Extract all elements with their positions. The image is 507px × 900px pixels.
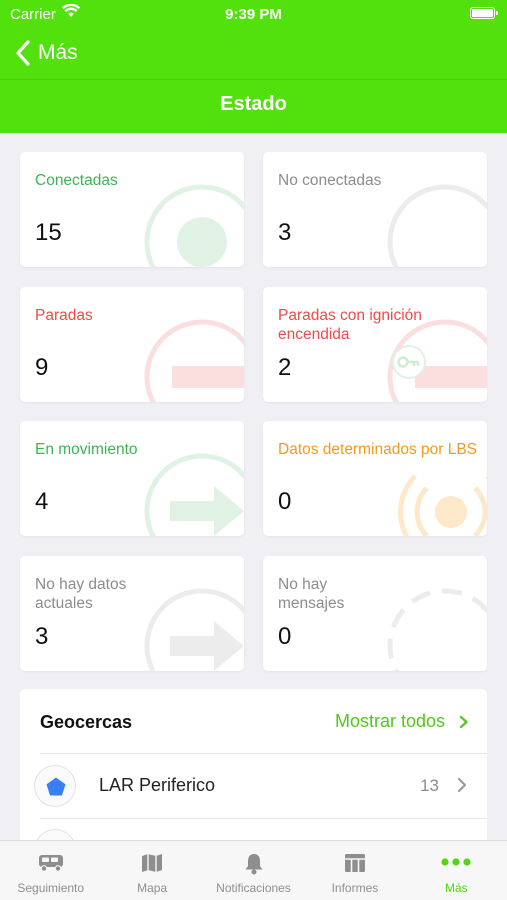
card-value: 3 [35,623,49,650]
card-value: 0 [278,623,292,650]
show-all-button[interactable]: Mostrar todos [335,711,469,732]
card-lbs[interactable]: Datos determinados por LBS 0 [263,421,487,536]
card-value: 9 [35,354,49,381]
card-connected[interactable]: Conectadas 15 [20,152,244,267]
back-label: Más [38,41,78,64]
tab-label: Informes [331,881,379,895]
card-value: 0 [278,488,292,515]
divider [40,818,487,819]
geofences-header: Geocercas Mostrar todos [20,689,487,753]
map-icon [142,854,163,872]
card-value: 15 [35,219,62,246]
bell-icon [245,854,263,875]
stop-sign-icon [144,319,244,402]
geofence-avatar [34,765,76,807]
geofence-row[interactable]: LAR Periferico 13 [20,754,487,818]
geofences-section: Geocercas Mostrar todos LAR Periferico 1… [20,689,487,849]
nav-divider [0,79,507,80]
card-moving[interactable]: En movimiento 4 [20,421,244,536]
card-label: Conectadas [35,172,118,189]
card-no-current-data[interactable]: No hay datos actuales 3 [20,556,244,671]
battery-icon [470,7,498,19]
tab-notificaciones[interactable]: Notificaciones [203,841,304,900]
card-label: No hay mensajes [278,576,345,612]
card-disconnected[interactable]: No conectadas 3 [263,152,487,267]
card-label: Datos determinados por LBS [278,441,478,458]
tab-label: Mapa [137,881,168,895]
tab-seguimiento[interactable]: Seguimiento [0,841,101,900]
pentagon-icon [46,777,66,796]
show-all-label: Mostrar todos [334,711,445,731]
chevron-right-icon [459,715,468,728]
card-value: 4 [35,488,49,515]
truck-icon [38,855,63,872]
card-label: No hay datos actuales [35,576,127,612]
connected-circle-icon [144,184,244,267]
card-value: 3 [278,219,292,246]
geofence-count: 13 [420,776,439,795]
chevron-left-icon [16,40,30,66]
tab-label: Seguimiento [17,881,85,895]
card-stopped[interactable]: Paradas 9 [20,287,244,402]
tab-informes[interactable]: Informes [304,841,405,900]
card-label: En movimiento [35,441,138,458]
card-label: Paradas [35,307,93,324]
navigation-header: Carrier 9:39 PM Más Estado [0,0,507,133]
arrow-right-icon [144,453,244,536]
tab-label: Más [444,881,468,895]
tab-bar: Seguimiento Mapa Notificaciones Informes [0,840,507,900]
more-dots-icon [441,858,471,866]
geofences-title: Geocercas [40,712,133,732]
card-no-messages[interactable]: No hay mensajes 0 [263,556,487,671]
dashed-circle-icon [387,588,487,671]
card-label: Paradas con ignición encendida [278,307,422,343]
disconnected-circle-icon [387,184,487,267]
status-bar: Carrier 9:39 PM [0,0,507,28]
tab-label: Notificaciones [216,881,291,895]
card-value: 2 [278,354,292,381]
geofence-name: LAR Periferico [99,775,216,795]
page-title: Estado [220,93,287,115]
tab-mas[interactable]: Más [406,841,507,900]
back-button[interactable]: Más [14,38,78,68]
clock: 9:39 PM [225,6,282,23]
ignition-key-icon [392,345,426,379]
card-stopped-ignition[interactable]: Paradas con ignición encendida 2 [263,287,487,402]
card-label: No conectadas [278,172,382,189]
table-icon [344,854,365,872]
signal-broadcast-icon [398,474,487,536]
chevron-right-icon [457,777,467,793]
tab-mapa[interactable]: Mapa [101,841,202,900]
